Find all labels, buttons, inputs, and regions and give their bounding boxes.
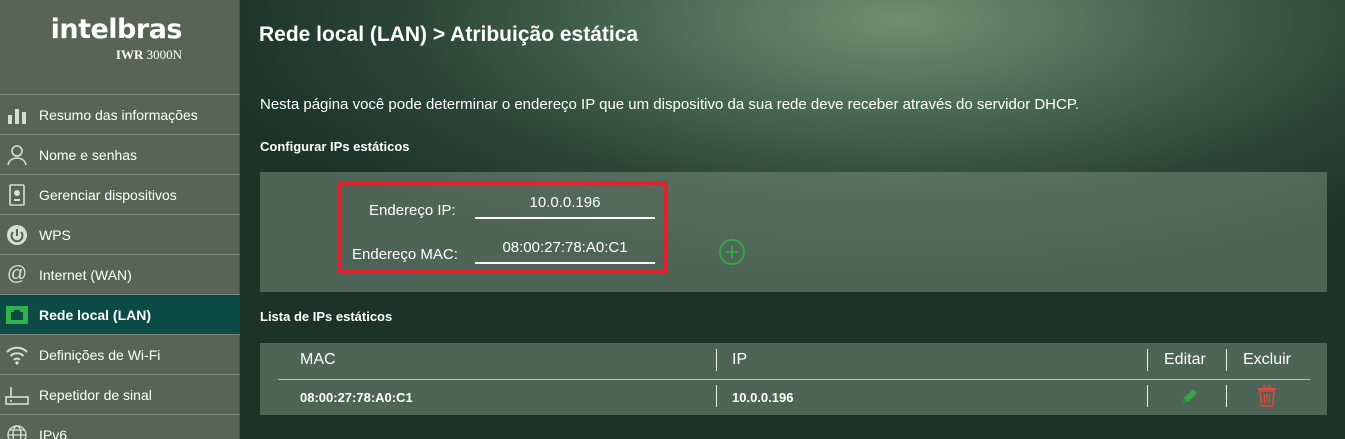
- column-divider: [1147, 385, 1148, 407]
- device-icon: [4, 182, 30, 208]
- sidebar-item-wifi[interactable]: Definições de Wi-Fi: [0, 334, 240, 374]
- sidebar-item-label: Internet (WAN): [39, 266, 132, 283]
- sidebar-item-gerenciar[interactable]: Gerenciar dispositivos: [0, 174, 240, 214]
- column-header-edit: Editar: [1164, 351, 1206, 368]
- sidebar-item-wps[interactable]: WPS: [0, 214, 240, 254]
- sidebar-item-resumo[interactable]: Resumo das informações: [0, 94, 240, 134]
- repeater-icon: [4, 382, 30, 408]
- sidebar-item-label: IPv6: [39, 426, 68, 439]
- table-cell-ip: 10.0.0.196: [732, 390, 794, 405]
- page-title: Rede local (LAN) > Atribuição estática: [259, 23, 639, 46]
- sidebar-item-label: Resumo das informações: [39, 106, 198, 123]
- ip-address-field[interactable]: 10.0.0.196: [475, 194, 655, 219]
- column-divider: [716, 385, 717, 407]
- at-icon: @: [6, 263, 28, 285]
- header-divider: [278, 379, 1310, 380]
- add-plus-icon[interactable]: [719, 239, 745, 265]
- model-name: IWR 3000N: [116, 47, 182, 63]
- delete-trash-icon[interactable]: [1257, 384, 1277, 407]
- globe-icon: [4, 422, 30, 439]
- column-divider: [1147, 349, 1148, 371]
- mac-address-field[interactable]: 08:00:27:78:A0:C1: [475, 239, 655, 264]
- sidebar-item-ipv6[interactable]: IPv6: [0, 414, 240, 439]
- bar-chart-icon: [4, 102, 30, 128]
- lan-icon: [4, 302, 30, 328]
- list-section-title: Lista de IPs estáticos: [260, 309, 393, 324]
- sidebar: intelbras IWR 3000N Resumo das informaçõ…: [0, 0, 240, 439]
- sidebar-item-label: Gerenciar dispositivos: [39, 186, 177, 203]
- sidebar-item-label: Rede local (LAN): [39, 306, 152, 323]
- mac-label: Endereço MAC:: [352, 246, 458, 263]
- sidebar-item-nome-senhas[interactable]: Nome e senhas: [0, 134, 240, 174]
- column-header-delete: Excluir: [1243, 351, 1292, 368]
- intelbras-logo: intelbras: [50, 14, 183, 45]
- static-ip-form: Endereço IP: 10.0.0.196 Endereço MAC: 08…: [260, 172, 1327, 292]
- sidebar-item-label: Nome e senhas: [39, 146, 138, 163]
- model-suffix: 3000N: [146, 47, 182, 62]
- column-divider: [1226, 385, 1227, 407]
- wifi-icon: [4, 342, 30, 368]
- sidebar-item-internet[interactable]: @ Internet (WAN): [0, 254, 240, 294]
- main-content: Rede local (LAN) > Atribuição estática N…: [241, 0, 1345, 439]
- sidebar-item-rede-local[interactable]: Rede local (LAN): [0, 294, 240, 334]
- sidebar-item-label: Definições de Wi-Fi: [39, 346, 161, 363]
- user-icon: [4, 142, 30, 168]
- model-prefix: IWR: [115, 47, 144, 62]
- edit-pencil-icon[interactable]: [1179, 387, 1199, 407]
- column-divider: [1226, 349, 1227, 371]
- page-description: Nesta página você pode determinar o ende…: [260, 96, 1080, 113]
- sidebar-item-label: Repetidor de sinal: [39, 386, 152, 403]
- column-header-ip: IP: [732, 351, 748, 368]
- column-divider: [716, 349, 717, 371]
- brand-header: intelbras IWR 3000N: [0, 0, 240, 94]
- sidebar-item-label: WPS: [39, 226, 71, 243]
- table-cell-mac: 08:00:27:78:A0:C1: [300, 390, 413, 405]
- sidebar-item-repetidor[interactable]: Repetidor de sinal: [0, 374, 240, 414]
- ip-label: Endereço IP:: [369, 202, 456, 219]
- column-header-mac: MAC: [300, 351, 336, 368]
- config-section-title: Configurar IPs estáticos: [260, 139, 410, 154]
- wps-icon: [4, 222, 30, 248]
- sidebar-menu: Resumo das informações Nome e senhas Ger…: [0, 94, 240, 439]
- static-ip-table: MAC IP Editar Excluir 08:00:27:78:A0:C1 …: [260, 343, 1327, 415]
